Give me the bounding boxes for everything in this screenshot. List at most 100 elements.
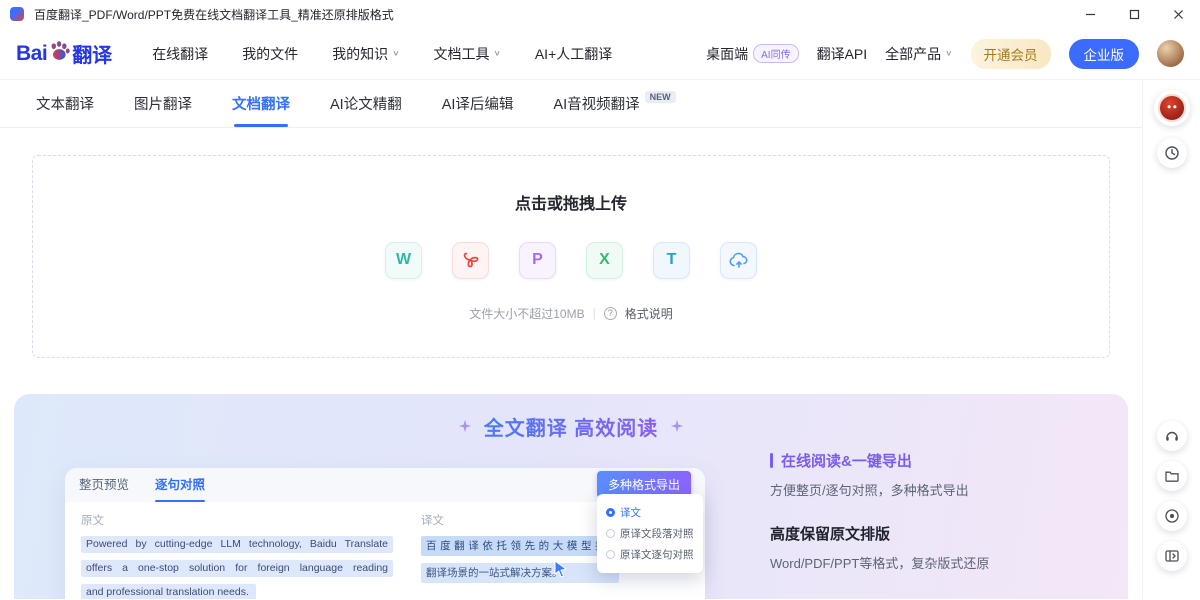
nav-my-knowledge-label: 我的知识 [332, 44, 388, 64]
source-line: offers a one-stop solution for foreign l… [81, 560, 393, 577]
source-line: Powered by cutting-edge LLM technology, … [81, 536, 393, 553]
navbar-right: 桌面端 AI同传 翻译API 全部产品 ∨ 开通会员 企业版 [706, 39, 1184, 69]
files-button[interactable] [1157, 461, 1187, 491]
tab-ai-paper-translate[interactable]: AI论文精翻 [330, 80, 402, 127]
tab-ai-audio-video[interactable]: AI音视频翻译 NEW [553, 80, 675, 127]
side-rail [1143, 80, 1200, 599]
app-icon [10, 7, 24, 21]
clock-icon [1164, 145, 1180, 161]
radio-selected-icon [606, 508, 615, 517]
tab-full-page-preview[interactable]: 整页预览 [79, 468, 129, 502]
cloud-upload-icon [720, 242, 757, 279]
section-title: 全文翻译 高效阅读 [484, 412, 659, 441]
tab-text-translate[interactable]: 文本翻译 [36, 80, 94, 127]
bullet-title: 在线阅读&一键导出 [781, 450, 912, 471]
option-label: 原译文逐句对照 [620, 547, 694, 562]
minimize-button[interactable] [1068, 0, 1112, 28]
paw-icon [48, 40, 71, 61]
txt-file-icon: T [653, 242, 690, 279]
excel-file-icon: X [586, 242, 623, 279]
collapse-panel-icon [1164, 548, 1180, 564]
maximize-button[interactable] [1112, 0, 1156, 28]
bullet-desc: Word/PDF/PPT等格式，复杂版式还原 [770, 553, 989, 572]
option-target-only[interactable]: 译文 [606, 502, 694, 523]
upload-title: 点击或拖拽上传 [515, 190, 627, 214]
vip-button[interactable]: 开通会员 [971, 39, 1051, 69]
promo-icon[interactable] [1154, 90, 1190, 126]
nav-my-knowledge[interactable]: 我的知识 ∨ [332, 44, 399, 64]
bullet-layout-preserve: 高度保留原文排版 Word/PDF/PPT等格式，复杂版式还原 [770, 523, 989, 572]
target-line: 翻译场景的一站式解决方案。 [421, 563, 619, 583]
word-file-icon: W [385, 242, 422, 279]
folder-icon [1164, 468, 1180, 484]
nav-all-products[interactable]: 全部产品 ∨ [885, 44, 952, 64]
format-help-icon: ? [604, 307, 617, 320]
tab-image-translate[interactable]: 图片翻译 [134, 80, 192, 127]
tab-ai-audio-video-label: AI音视频翻译 [553, 93, 639, 114]
promo-logo [1158, 94, 1186, 122]
fulltext-reading-section: 全文翻译 高效阅读 整页预览 逐句对照 多种格式导出 原文 Powered by… [14, 394, 1128, 599]
record-button[interactable] [1157, 501, 1187, 531]
file-type-row: W P X T [385, 242, 757, 279]
user-avatar[interactable] [1157, 40, 1184, 67]
bullet-desc: 方便整页/逐句对照，多种格式导出 [770, 480, 989, 499]
nav-desktop-app[interactable]: 桌面端 AI同传 [706, 44, 798, 64]
feature-bullets: 在线阅读&一键导出 方便整页/逐句对照，多种格式导出 高度保留原文排版 Word… [770, 450, 989, 596]
collapse-sidebar-button[interactable] [1157, 541, 1187, 571]
upload-dropzone[interactable]: 点击或拖拽上传 W P X T 文件大小不超过10MB | ? [32, 155, 1110, 358]
caret-down-icon: ∨ [945, 49, 952, 57]
ai-simul-badge: AI同传 [753, 44, 798, 63]
accent-bar [770, 453, 773, 468]
bullet-online-reading: 在线阅读&一键导出 方便整页/逐句对照，多种格式导出 [770, 450, 989, 499]
nav-my-files[interactable]: 我的文件 [242, 44, 298, 64]
enterprise-button[interactable]: 企业版 [1069, 39, 1140, 69]
translate-mode-tabs: 文本翻译 图片翻译 文档翻译 AI论文精翻 AI译后编辑 AI音视频翻译 NEW [0, 80, 1142, 128]
nav-all-products-label: 全部产品 [885, 44, 941, 64]
window-controls [1068, 0, 1200, 28]
bullet-title: 高度保留原文排版 [770, 523, 890, 544]
radio-icon [606, 550, 615, 559]
baidu-translate-logo[interactable]: Bai 翻译 [16, 39, 112, 68]
ppt-file-icon: P [519, 242, 556, 279]
main-menu: 在线翻译 我的文件 我的知识 ∨ 文档工具 ∨ AI+人工翻译 [152, 44, 646, 64]
new-badge: NEW [645, 91, 676, 103]
export-dropdown: 译文 原译文段落对照 原译文逐句对照 [597, 494, 703, 573]
upload-hint-row: 文件大小不超过10MB | ? 格式说明 [469, 305, 673, 322]
top-navbar: Bai 翻译 在线翻译 我的文件 我的知识 ∨ 文档工具 ∨ AI+人工翻译 桌… [0, 28, 1200, 80]
nav-doc-tools-label: 文档工具 [434, 44, 490, 64]
caret-down-icon: ∨ [392, 49, 399, 57]
sparkle-icon [458, 419, 472, 433]
tab-document-translate[interactable]: 文档翻译 [232, 80, 290, 127]
caret-down-icon: ∨ [494, 49, 501, 57]
logo-text-bai: Bai [16, 42, 47, 66]
nav-ai-human-translate[interactable]: AI+人工翻译 [535, 44, 612, 64]
option-paragraph-compare[interactable]: 原译文段落对照 [606, 523, 694, 544]
nav-online-translate[interactable]: 在线翻译 [152, 44, 208, 64]
source-line: and professional translation needs. [81, 584, 256, 599]
format-help-link[interactable]: 格式说明 [625, 305, 673, 322]
preview-card: 整页预览 逐句对照 多种格式导出 原文 Powered by cutting-e… [65, 468, 705, 599]
history-button[interactable] [1157, 138, 1187, 168]
record-icon [1164, 508, 1180, 524]
window-titlebar: 百度翻译_PDF/Word/PPT免费在线文档翻译工具_精准还原排版格式 [0, 0, 1200, 28]
logo-text-fanyi: 翻译 [72, 39, 112, 68]
radio-icon [606, 529, 615, 538]
tab-ai-post-edit[interactable]: AI译后编辑 [442, 80, 514, 127]
size-hint: 文件大小不超过10MB [469, 305, 584, 322]
close-button[interactable] [1156, 0, 1200, 28]
pdf-file-icon [452, 242, 489, 279]
headset-icon [1164, 428, 1180, 444]
option-label: 原译文段落对照 [620, 526, 694, 541]
customer-service-button[interactable] [1157, 421, 1187, 451]
tab-sentence-compare[interactable]: 逐句对照 [155, 468, 205, 502]
nav-doc-tools[interactable]: 文档工具 ∨ [434, 44, 501, 64]
mouse-cursor-icon [553, 560, 569, 578]
hint-divider: | [593, 306, 596, 320]
nav-desktop-label: 桌面端 [706, 44, 748, 64]
source-label: 原文 [81, 512, 393, 528]
nav-translate-api[interactable]: 翻译API [817, 44, 868, 64]
source-column: 原文 Powered by cutting-edge LLM technolog… [81, 512, 393, 599]
option-sentence-compare[interactable]: 原译文逐句对照 [606, 544, 694, 565]
window-title: 百度翻译_PDF/Word/PPT免费在线文档翻译工具_精准还原排版格式 [34, 6, 394, 23]
upload-section: 点击或拖拽上传 W P X T 文件大小不超过10MB | ? [0, 128, 1142, 394]
